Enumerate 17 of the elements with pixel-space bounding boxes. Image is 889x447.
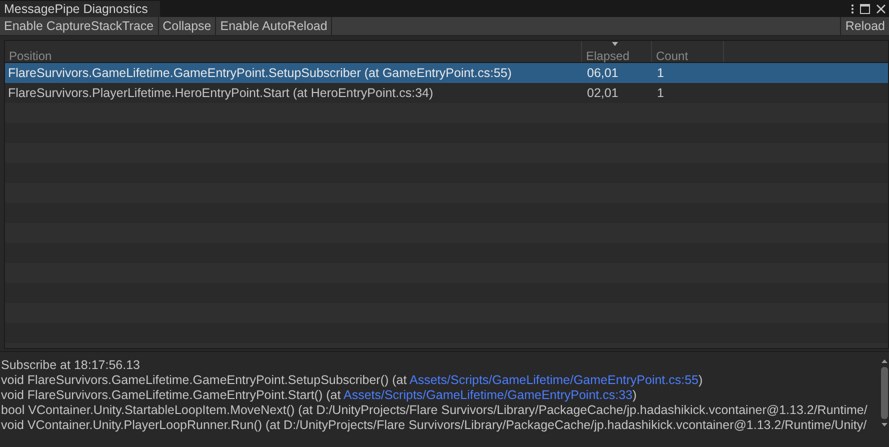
stack-trace-line: void FlareSurvivors.GameLifetime.GameEntryPoint.Start() (at Assets/Scripts/GameLifetime/GameEntryPoint.cs:33) — [1, 388, 637, 403]
window-title[interactable]: MessagePipe Diagnostics — [0, 1, 160, 17]
stack-trace-line: void VContainer.Unity.PlayerLoopRunner.Run() (at D:/UnityProjects/Flare Survivors/Library/PackageCache/jp.hadashikick.vcontainer@1.13.2/Runtime/Unity/ — [1, 418, 867, 433]
column-header[interactable]: Position — [5, 41, 581, 62]
table-row[interactable]: FlareSurvivors.PlayerLifetime.HeroEntryPoint.Start (at HeroEntryPoint.cs:34) 02,01 1 — [5, 83, 888, 103]
subscription-time: Subscribe at 18:17:56.13 — [1, 358, 140, 373]
more-options-icon[interactable] — [851, 4, 854, 14]
stack-trace-line: bool VContainer.Unity.StartableLoopItem.MoveNext() (at D:/UnityProjects/Flare Survivors/Library/PackageCache/jp.hadashikick.vcontainer@1.13.2/Runtime/ — [1, 403, 868, 418]
table-row[interactable]: FlareSurvivors.GameLifetime.GameEntryPoint.SetupSubscriber (at GameEntryPoint.cs:55) 06,01 1 — [5, 63, 888, 83]
stack-trace-line: void FlareSurvivors.GameLifetime.GameEntryPoint.SetupSubscriber() (at Assets/Scripts/GameLifetime/GameEntryPoint.cs:55) — [1, 373, 703, 388]
source-link[interactable]: Assets/Scripts/GameLifetime/GameEntryPoint.cs:33 — [343, 388, 632, 402]
column-header[interactable]: Count — [651, 41, 723, 62]
column-header[interactable]: Elapsed — [581, 41, 651, 62]
source-link[interactable]: Assets/Scripts/GameLifetime/GameEntryPoint.cs:55 — [410, 373, 698, 387]
maximize-icon[interactable] — [860, 4, 870, 14]
close-icon[interactable] — [876, 4, 886, 14]
scrollbar[interactable] — [880, 358, 889, 428]
